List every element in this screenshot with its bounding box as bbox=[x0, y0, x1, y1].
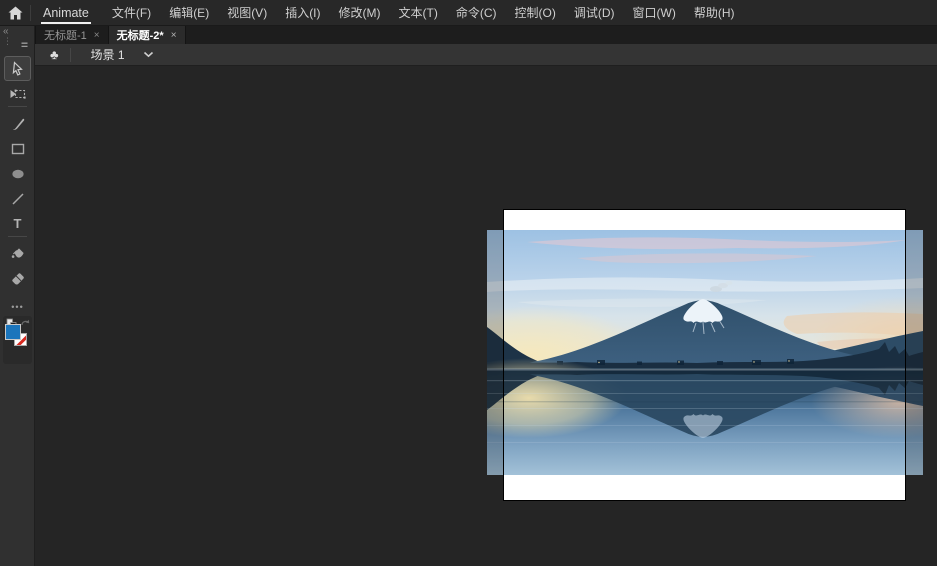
toolbar-separator bbox=[8, 236, 27, 237]
more-tools-icon: ••• bbox=[11, 301, 24, 312]
menu-control[interactable]: 控制(O) bbox=[506, 0, 565, 26]
rectangle-icon bbox=[11, 143, 24, 154]
brush-icon bbox=[11, 118, 24, 130]
panel-menu-icon[interactable]: = bbox=[21, 38, 28, 52]
rectangle-tool[interactable] bbox=[4, 136, 31, 161]
editbar-divider bbox=[69, 47, 71, 62]
menu-edit[interactable]: 编辑(E) bbox=[160, 0, 218, 26]
eraser-icon bbox=[11, 272, 24, 285]
edit-bar: ♣ 场景 1 bbox=[35, 44, 937, 66]
menu-items: 文件(F) 编辑(E) 视图(V) 插入(I) 修改(M) 文本(T) 命令(C… bbox=[103, 0, 744, 26]
fuji-bitmap-image[interactable] bbox=[487, 230, 923, 475]
app-title: Animate bbox=[43, 5, 89, 20]
menu-command[interactable]: 命令(C) bbox=[447, 0, 506, 26]
brush-tool[interactable] bbox=[4, 111, 31, 136]
menubar: Animate 文件(F) 编辑(E) 视图(V) 插入(I) 修改(M) 文本… bbox=[0, 0, 937, 26]
oval-icon bbox=[11, 169, 24, 178]
tab-label: 无标题-2* bbox=[116, 30, 164, 42]
eraser-tool[interactable] bbox=[4, 266, 31, 291]
free-transform-icon bbox=[10, 89, 26, 99]
scene-dropdown-button[interactable] bbox=[143, 51, 154, 58]
menu-insert[interactable]: 插入(I) bbox=[276, 0, 329, 26]
offstage-dim-left bbox=[487, 230, 504, 475]
document-tabbar: 无标题-1 × 无标题-2* × bbox=[35, 26, 937, 44]
offstage-dim-right bbox=[906, 230, 923, 475]
text-tool[interactable]: T bbox=[4, 211, 31, 236]
text-tool-icon: T bbox=[13, 216, 22, 231]
menu-help[interactable]: 帮助(H) bbox=[685, 0, 744, 26]
color-controls bbox=[3, 316, 32, 364]
menu-file[interactable]: 文件(F) bbox=[103, 0, 160, 26]
menu-debug[interactable]: 调试(D) bbox=[565, 0, 624, 26]
tab-untitled-2[interactable]: 无标题-2* × bbox=[108, 26, 186, 44]
chevron-down-icon bbox=[143, 51, 153, 58]
tools-panel: « ⋮ = T ••• bbox=[0, 26, 35, 566]
close-icon[interactable]: × bbox=[94, 30, 100, 41]
toolbar-separator bbox=[8, 106, 27, 107]
fill-color-chip[interactable] bbox=[5, 324, 21, 340]
paint-bucket-icon bbox=[11, 247, 24, 258]
scene-label: 场景 1 bbox=[90, 48, 125, 62]
oval-tool[interactable] bbox=[4, 161, 31, 186]
paint-bucket-tool[interactable] bbox=[4, 241, 31, 266]
menu-view[interactable]: 视图(V) bbox=[218, 0, 276, 26]
close-icon[interactable]: × bbox=[171, 30, 177, 41]
selection-tool[interactable] bbox=[4, 56, 31, 81]
free-transform-tool[interactable] bbox=[4, 81, 31, 106]
line-icon bbox=[11, 192, 24, 205]
tab-untitled-1[interactable]: 无标题-1 × bbox=[36, 26, 109, 44]
panel-grip-icon: ⋮ bbox=[3, 36, 12, 46]
home-icon bbox=[8, 6, 22, 19]
active-underline bbox=[41, 21, 91, 24]
menubar-divider bbox=[30, 4, 31, 21]
menu-modify[interactable]: 修改(M) bbox=[330, 0, 390, 26]
tab-label: 无标题-1 bbox=[44, 30, 87, 42]
fuji-photo-illustration bbox=[487, 230, 923, 475]
workspace-animate[interactable]: Animate bbox=[39, 0, 93, 26]
selection-arrow-icon bbox=[12, 60, 23, 76]
menu-window[interactable]: 窗口(W) bbox=[624, 0, 685, 26]
home-button[interactable] bbox=[0, 0, 30, 26]
line-tool[interactable] bbox=[4, 186, 31, 211]
scene-icon: ♣ bbox=[50, 47, 59, 62]
menu-text[interactable]: 文本(T) bbox=[390, 0, 447, 26]
